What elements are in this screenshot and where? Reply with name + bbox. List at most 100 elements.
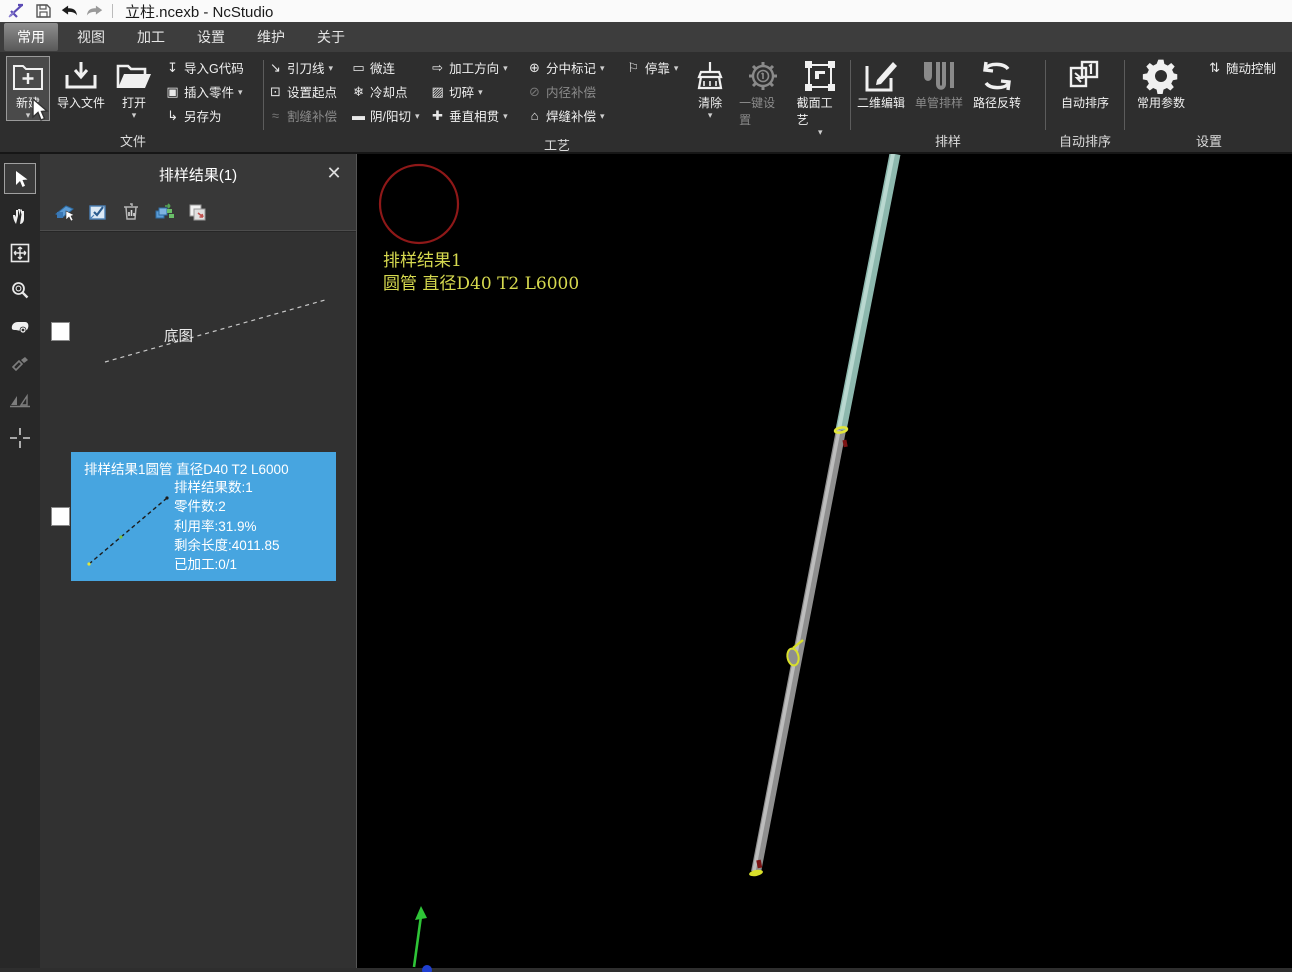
machining-direction-icon: ⇨ [429,60,446,76]
import-file-button[interactable]: 导入文件 [54,56,108,113]
nesting-result-title: 排样结果1圆管 直径D40 T2 L6000 [71,452,336,480]
save-icon[interactable] [34,2,52,20]
center-mark-label: 分中标记 [546,58,596,77]
machining-direction-label: 加工方向 [449,58,499,77]
single-pipe-nest-button[interactable]: 单管排样 [912,56,966,113]
set-start-button[interactable]: ⊡ 设置起点 [267,80,346,103]
panel-title: 排样结果(1) [159,164,237,185]
save-as-button[interactable]: ↳ 另存为 [164,104,244,127]
export-layers-tool-button[interactable] [186,201,208,223]
trim-tool-button[interactable] [4,385,36,416]
crosshair-icon [9,427,31,449]
insert-part-button[interactable]: ▣ 插入零件 [164,80,244,103]
vertical-intersect-button[interactable]: ✚ 垂直相贯 [429,104,522,127]
machining-direction-button[interactable]: ⇨ 加工方向 [429,56,522,79]
utilization-line: 利用率:31.9% [174,517,280,536]
list-item-base-drawing[interactable]: 底图 [40,272,356,382]
ribbon-group-autosort: 自动排序 自动排序 [1049,54,1121,152]
import-gcode-label: 导入G代码 [184,58,244,77]
path-reverse-button[interactable]: 路径反转 [970,56,1024,113]
micro-joint-button[interactable]: ▭ 微连 [350,56,425,79]
auto-sort-button[interactable]: 自动排序 [1058,56,1112,113]
pipe-select-tool-button[interactable] [54,201,76,223]
insert-part-icon: ▣ [164,84,181,100]
save-as-icon: ↳ [164,108,181,124]
zoom-tool-button[interactable] [4,274,36,305]
yin-yang-cut-label: 阴/阳切 [370,106,411,125]
micro-joint-label: 微连 [370,58,395,77]
kerf-comp-label: 割缝补偿 [287,106,337,125]
check-select-tool-button[interactable] [87,201,109,223]
edit-2d-button[interactable]: 二维编辑 [854,56,908,113]
nesting-result-card[interactable]: 排样结果1圆管 直径D40 T2 L6000 排样结果数:1 零件数:2 利用率… [71,452,336,581]
section-process-caret-icon [818,128,823,136]
chop-button[interactable]: ▨ 切碎 [429,80,522,103]
path-reverse-label: 路径反转 [973,94,1021,111]
ribbon-group-settings: 常用参数 ⇅ 随动控制 设置 [1128,54,1290,152]
tab-about[interactable]: 关于 [304,23,358,51]
fit-view-button[interactable] [4,237,36,268]
measure-tool-icon [10,355,30,373]
panel-close-button[interactable]: ✕ [324,163,344,183]
tab-view[interactable]: 视图 [64,23,118,51]
tab-machining[interactable]: 加工 [124,23,178,51]
measure-tool-button[interactable] [4,348,36,379]
clear-button[interactable]: 清除 [688,56,732,121]
title-bar: 立柱.ncexb - NcStudio [0,0,1292,22]
redo-icon[interactable] [86,2,104,20]
panel-header: 排样结果(1) ✕ [40,154,356,194]
cooling-point-button[interactable]: ❄ 冷却点 [350,80,425,103]
tab-home[interactable]: 常用 [4,23,58,51]
section-process-button[interactable]: 截面工艺 [794,56,847,138]
nesting-result-list: 底图 排样结果1圆管 直径D40 T2 L6000 排样结果数:1 零件数:2 [40,231,356,968]
nesting-annotation: 排样结果1 圆管 直径D40 T2 L6000 [383,250,579,296]
mouse-cursor [30,98,50,129]
statistics-tool-button[interactable] [120,201,142,223]
pipe-nest-icon [920,58,958,94]
pipe-select-icon [54,202,76,222]
kerf-comp-button[interactable]: ≈ 割缝补偿 [267,104,346,127]
lead-line-button[interactable]: ↘ 引刀线 [267,56,346,79]
weld-comp-caret-icon [600,112,605,120]
clear-caret-icon [708,111,713,119]
select-tool-button[interactable] [4,163,36,194]
kerf-comp-icon: ≈ [267,108,284,123]
nesting-group-label: 排样 [854,134,1042,152]
reverse-arrows-icon [978,58,1016,94]
pan-tool-button[interactable] [4,200,36,231]
ribbon-separator [1045,60,1046,130]
chop-icon: ▨ [429,84,446,100]
undo-icon[interactable] [60,2,78,20]
nesting-result-checkbox[interactable] [51,507,70,526]
remaining-length-line: 剩余长度:4011.85 [174,536,280,555]
follow-control-button[interactable]: ⇅ 随动控制 [1206,56,1276,79]
edit-2d-label: 二维编辑 [857,94,905,111]
tab-maintenance[interactable]: 维护 [244,23,298,51]
dock-label: 停靠 [645,58,670,77]
tab-settings[interactable]: 设置 [184,23,238,51]
ncstudio-window: 立柱.ncexb - NcStudio 常用 视图 加工 设置 维护 关于 新建 [0,0,1292,968]
crosshair-tool-button[interactable] [4,422,36,453]
view-3d-button[interactable] [4,311,36,342]
check-square-icon [87,202,109,222]
new-file-icon [9,58,47,94]
inner-comp-button[interactable]: ⊘ 内径补偿 [526,80,621,103]
viewport-canvas[interactable]: 排样结果1 圆管 直径D40 T2 L6000 [357,154,1292,968]
copy-parts-tool-button[interactable] [153,201,175,223]
common-params-button[interactable]: 常用参数 [1134,56,1188,113]
autosort-group-label: 自动排序 [1049,134,1121,152]
import-gcode-button[interactable]: ↧ 导入G代码 [164,56,244,79]
center-mark-caret-icon [600,64,605,72]
ribbon-group-process: ↘ 引刀线 ⊡ 设置起点 ≈ 割缝补偿 ▭ [267,54,847,152]
weld-comp-button[interactable]: ⌂ 焊缝补偿 [526,104,621,127]
base-drawing-checkbox[interactable] [51,322,70,341]
yin-yang-cut-button[interactable]: ▬ 阴/阳切 [350,104,425,127]
layers-export-icon [186,202,208,222]
one-key-setup-button[interactable]: 一键设置 [736,56,789,130]
nesting-result-details: 排样结果数:1 零件数:2 利用率:31.9% 剩余长度:4011.85 已加工… [174,478,280,574]
list-item-nesting-result[interactable]: 排样结果1圆管 直径D40 T2 L6000 排样结果数:1 零件数:2 利用率… [40,450,356,584]
center-mark-button[interactable]: ⊕ 分中标记 [526,56,621,79]
open-button[interactable]: 打开 [112,56,156,121]
dock-button[interactable]: ⚐ 停靠 [625,56,684,79]
ribbon-separator [1124,60,1125,130]
